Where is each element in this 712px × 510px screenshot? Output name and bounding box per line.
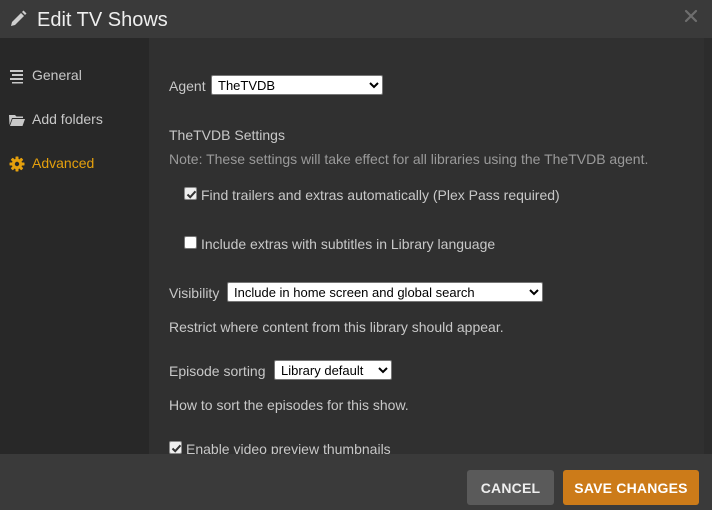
visibility-select[interactable]: Include in home screen and global search <box>227 282 543 302</box>
sidebar-item-label: Advanced <box>32 155 95 171</box>
scrollbar[interactable] <box>704 38 712 454</box>
settings-panel: Agent TheTVDB TheTVDB Settings Note: The… <box>149 38 712 454</box>
dialog-header: Edit TV Shows <box>0 0 712 38</box>
episode-sorting-help: How to sort the episodes for this show. <box>169 397 409 413</box>
checkmark-icon <box>171 444 182 453</box>
settings-heading: TheTVDB Settings <box>169 127 285 143</box>
find-trailers-label[interactable]: Find trailers and extras automatically (… <box>201 187 560 204</box>
include-extras-checkbox[interactable] <box>184 236 197 249</box>
preview-thumbnails-checkbox[interactable] <box>169 441 182 454</box>
pencil-icon <box>11 10 27 26</box>
sidebar-item-label: General <box>32 67 82 83</box>
agent-select[interactable]: TheTVDB <box>211 75 383 95</box>
close-icon[interactable] <box>684 9 698 23</box>
settings-note: Note: These settings will take effect fo… <box>169 151 649 167</box>
sidebar-item-label: Add folders <box>32 111 103 127</box>
save-changes-button[interactable]: SAVE CHANGES <box>563 470 699 505</box>
sidebar-item-add-folders[interactable]: Add folders <box>0 99 149 139</box>
find-trailers-checkbox[interactable] <box>184 187 197 200</box>
episode-sorting-select[interactable]: Library default <box>274 360 392 380</box>
checkmark-icon <box>186 190 197 199</box>
dialog-footer: CANCEL SAVE CHANGES <box>0 454 712 510</box>
include-extras-label[interactable]: Include extras with subtitles in Library… <box>201 236 495 253</box>
agent-label: Agent <box>169 78 206 94</box>
sidebar-item-general[interactable]: General <box>0 55 149 95</box>
sidebar-item-advanced[interactable]: Advanced <box>0 143 149 183</box>
gear-icon <box>9 156 25 172</box>
dialog-title: Edit TV Shows <box>37 9 168 31</box>
visibility-label: Visibility <box>169 285 220 301</box>
list-icon <box>10 70 23 84</box>
folder-icon <box>9 115 25 126</box>
sidebar: General Add folders Advanced <box>0 38 149 454</box>
preview-thumbnails-label[interactable]: Enable video preview thumbnails <box>186 441 391 454</box>
cancel-button[interactable]: CANCEL <box>467 470 554 505</box>
episode-sorting-label: Episode sorting <box>169 363 266 379</box>
visibility-help: Restrict where content from this library… <box>169 319 504 335</box>
